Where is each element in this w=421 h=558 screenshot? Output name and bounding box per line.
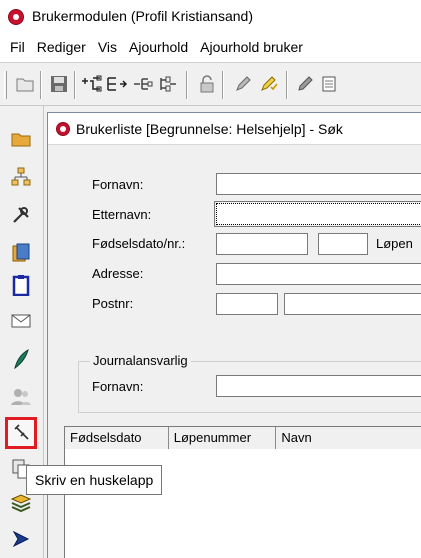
users-icon[interactable] — [8, 384, 34, 410]
tree-expand-icon[interactable] — [80, 73, 102, 95]
arrow-icon[interactable] — [8, 526, 34, 552]
child-title-bar: Brukerliste [Begrunnelse: Helsehjelp] - … — [48, 113, 421, 145]
unlock-icon[interactable] — [196, 73, 218, 95]
column-header-lopenummer[interactable]: Løpenummer — [168, 427, 277, 449]
toolbar-separator — [186, 71, 188, 99]
toolbar-separator — [40, 71, 42, 99]
app-logo-icon — [8, 9, 24, 25]
tree-sibling-icon[interactable] — [158, 73, 180, 95]
etternavn-label: Etternavn: — [92, 207, 152, 222]
toolbar-separator — [222, 71, 224, 99]
folder-icon[interactable] — [8, 126, 34, 152]
tools-icon[interactable] — [8, 202, 34, 228]
postnr-field[interactable] — [216, 293, 278, 315]
save-icon[interactable] — [48, 73, 70, 95]
clipboard-icon[interactable] — [8, 272, 34, 298]
tree-collapse-icon[interactable] — [132, 73, 154, 95]
envelope-icon[interactable] — [8, 308, 34, 334]
column-header-fodselsdato[interactable]: Fødselsdato — [65, 427, 169, 449]
fornavn-label: Fornavn: — [92, 177, 144, 192]
fodselsdato-field[interactable] — [216, 233, 308, 255]
table-header: Fødselsdato Løpenummer Navn — [65, 427, 421, 449]
journal-fornavn-field[interactable] — [216, 375, 421, 397]
pen-check-icon[interactable] — [258, 73, 280, 95]
open-folder-icon[interactable] — [14, 73, 36, 95]
feather-icon[interactable] — [8, 346, 34, 372]
menu-bar: Fil Rediger Vis Ajourhold Ajourhold bruk… — [0, 32, 421, 62]
document-stack-icon[interactable] — [8, 240, 34, 266]
adresse-field[interactable] — [216, 263, 421, 285]
toolbar-separator — [286, 71, 288, 99]
column-header-navn[interactable]: Navn — [276, 427, 421, 449]
journal-fornavn-label: Fornavn: — [92, 379, 144, 394]
postnr-label: Postnr: — [92, 296, 134, 311]
toolbar — [0, 62, 421, 106]
journalansvarlig-legend: Journalansvarlig — [90, 353, 191, 368]
adresse-label: Adresse: — [92, 266, 144, 281]
fodselsdato-label: Fødselsdato/nr.: — [92, 236, 186, 251]
menu-vis[interactable]: Vis — [92, 39, 123, 55]
child-window-title: Brukerliste [Begrunnelse: Helsehjelp] - … — [76, 121, 343, 137]
menu-rediger[interactable]: Rediger — [31, 39, 92, 55]
tooltip: Skriv en huskelapp — [26, 465, 163, 495]
poststed-field[interactable] — [284, 293, 421, 315]
menu-ajourhold[interactable]: Ajourhold — [123, 39, 194, 55]
tree-forward-icon[interactable] — [106, 73, 128, 95]
window-title: Brukermodulen (Profil Kristiansand) — [32, 8, 253, 24]
child-app-icon — [56, 122, 70, 136]
pin-icon[interactable] — [5, 417, 37, 449]
toolbar-separator — [74, 71, 76, 99]
lopenummer-label: Løpen — [376, 236, 413, 251]
org-chart-icon[interactable] — [8, 164, 34, 190]
pen-icon[interactable] — [232, 73, 254, 95]
pencil-icon[interactable] — [294, 73, 316, 95]
menu-fil[interactable]: Fil — [4, 39, 31, 55]
title-bar: Brukermodulen (Profil Kristiansand) — [0, 0, 421, 32]
personnummer-field[interactable] — [318, 233, 368, 255]
menu-ajourhold-bruker[interactable]: Ajourhold bruker — [194, 39, 309, 55]
toolbar-grip[interactable] — [4, 71, 7, 99]
document-icon[interactable] — [318, 73, 340, 95]
fornavn-field[interactable] — [216, 173, 421, 195]
etternavn-field[interactable] — [214, 201, 421, 227]
